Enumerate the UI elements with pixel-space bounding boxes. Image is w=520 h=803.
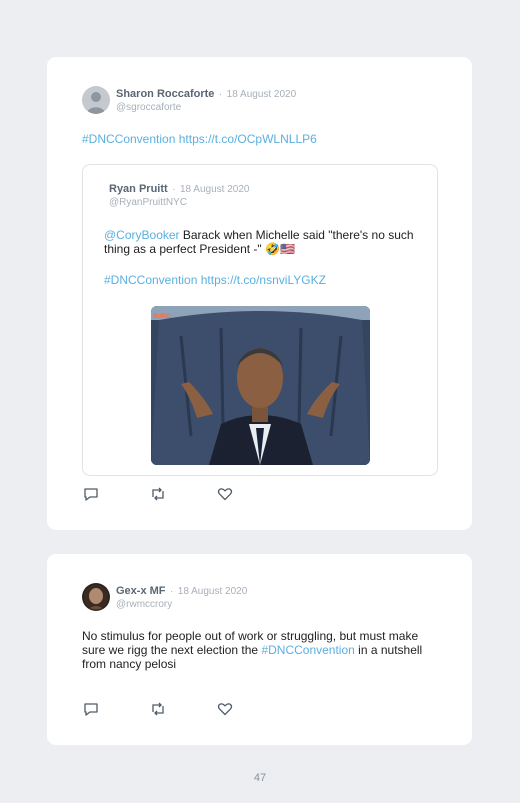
tweet-header: Sharon Roccaforte · 18 August 2020 @sgro…	[82, 86, 296, 114]
author-name[interactable]: Gex-x MF	[116, 585, 166, 597]
author-name[interactable]: Sharon Roccaforte	[116, 88, 214, 100]
tweet-date[interactable]: 18 August 2020	[227, 89, 297, 100]
hashtag-link[interactable]: #DNCConvention	[261, 643, 354, 657]
quoted-author-block: Ryan Pruitt · 18 August 2020 @RyanPruitt…	[109, 181, 249, 209]
author-block: Gex-x MF · 18 August 2020 @rwmccrory	[116, 583, 247, 611]
tweet-actions	[83, 702, 284, 716]
page-number: 47	[253, 772, 267, 784]
photo-illustration	[151, 306, 370, 465]
tweet-card: Sharon Roccaforte · 18 August 2020 @sgro…	[47, 57, 472, 530]
hashtag-link[interactable]: #DNCConvention	[82, 132, 175, 146]
quoted-author-name[interactable]: Ryan Pruitt	[109, 183, 168, 195]
like-icon[interactable]	[217, 487, 233, 501]
tweet-url-link[interactable]: https://t.co/OCpWLNLLP6	[179, 132, 317, 146]
separator: ·	[218, 89, 223, 100]
like-icon[interactable]	[217, 702, 233, 716]
quoted-tweet-links: #DNCConvention https://t.co/nsnviLYGKZ	[104, 273, 326, 287]
quoted-tweet-date[interactable]: 18 August 2020	[180, 184, 250, 195]
tweet-actions	[83, 487, 284, 501]
avatar[interactable]	[82, 86, 110, 114]
tweet-card: Gex-x MF · 18 August 2020 @rwmccrory No …	[47, 554, 472, 745]
hashtag-link[interactable]: #DNCConvention	[104, 273, 197, 287]
separator: ·	[172, 184, 176, 195]
tweet-header: Gex-x MF · 18 August 2020 @rwmccrory	[82, 583, 247, 611]
tweet-text: No stimulus for people out of work or st…	[82, 629, 438, 671]
quoted-tweet-text: @CoryBooker Barack when Michelle said "t…	[104, 228, 424, 256]
author-handle[interactable]: @sgroccaforte	[116, 101, 296, 114]
separator: ·	[169, 586, 174, 597]
retweet-icon[interactable]	[150, 487, 166, 501]
author-block: Sharon Roccaforte · 18 August 2020 @sgro…	[116, 86, 296, 114]
avatar[interactable]	[82, 583, 110, 611]
quoted-tweet[interactable]: Ryan Pruitt · 18 August 2020 @RyanPruitt…	[82, 164, 438, 476]
user-photo-icon	[82, 583, 110, 611]
tweet-media-image[interactable]: BURO	[151, 306, 370, 465]
reply-icon[interactable]	[83, 487, 99, 501]
quoted-url-link[interactable]: https://t.co/nsnviLYGKZ	[201, 273, 326, 287]
reply-icon[interactable]	[83, 702, 99, 716]
author-handle[interactable]: @rwmccrory	[116, 598, 247, 611]
retweet-icon[interactable]	[150, 702, 166, 716]
default-avatar-icon	[82, 86, 110, 114]
image-watermark: BURO	[153, 314, 171, 320]
quoted-tweet-header: Ryan Pruitt · 18 August 2020 @RyanPruitt…	[109, 181, 249, 209]
mention-link[interactable]: @CoryBooker	[104, 228, 180, 242]
tweet-text: #DNCConvention https://t.co/OCpWLNLLP6	[82, 132, 317, 146]
tweet-date[interactable]: 18 August 2020	[178, 586, 248, 597]
quoted-author-handle[interactable]: @RyanPruittNYC	[109, 196, 249, 209]
